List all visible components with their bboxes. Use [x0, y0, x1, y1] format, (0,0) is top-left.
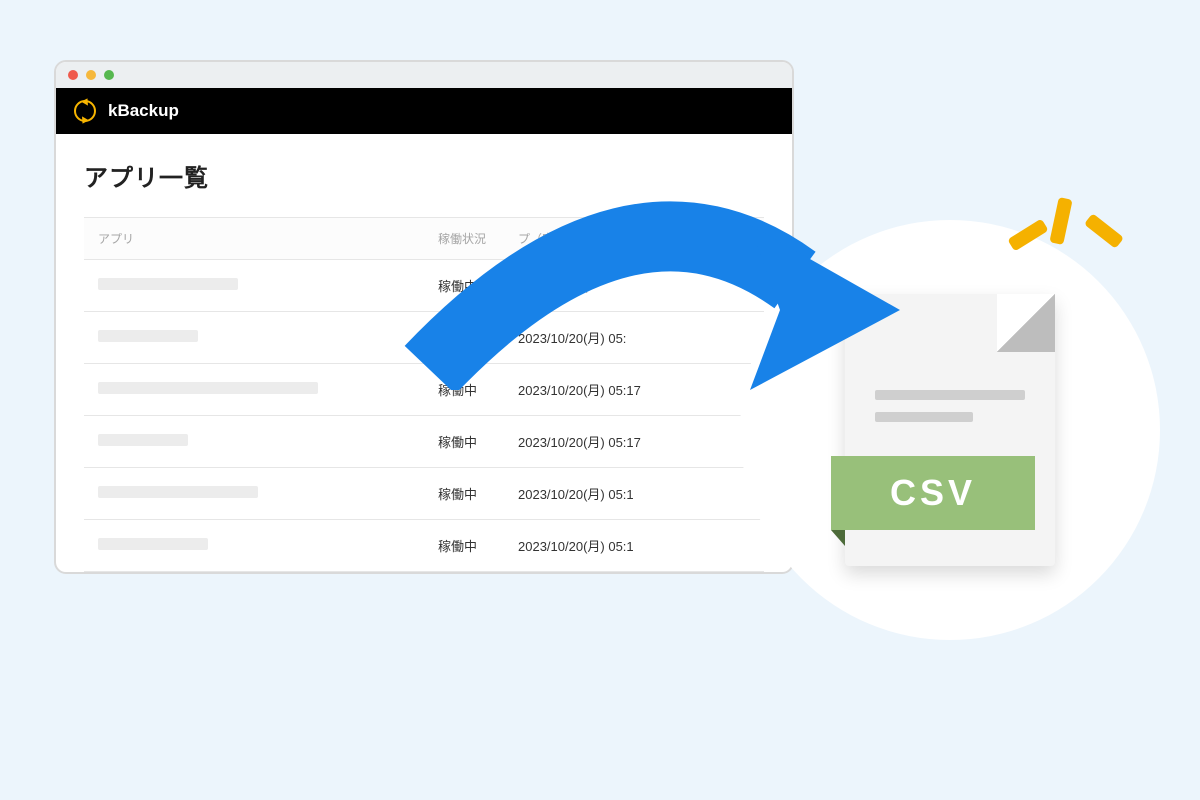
refresh-circle-icon	[74, 100, 96, 122]
minimize-icon[interactable]	[86, 70, 96, 80]
cell-app	[84, 520, 424, 572]
close-icon[interactable]	[68, 70, 78, 80]
cell-backup	[674, 520, 764, 572]
table-row[interactable]: 稼働中2023/10/20(	[84, 260, 764, 312]
placeholder-text	[98, 382, 318, 394]
cell-status: 稼働中	[424, 468, 504, 520]
app-name: kBackup	[108, 101, 179, 121]
cell-backup	[674, 260, 764, 312]
app-window: kBackup アプリ一覧 アプリ 稼働状況 プ（定期） バックア 稼働中202…	[54, 60, 794, 574]
file-format-badge: CSV	[831, 456, 1035, 530]
col-header-scheduled: プ（定期）	[504, 218, 674, 260]
cell-date: 2023/10/20(月) 05:	[504, 312, 674, 364]
page-title: アプリ一覧	[84, 158, 764, 193]
cell-status: 稼働中	[424, 416, 504, 468]
maximize-icon[interactable]	[104, 70, 114, 80]
file-icon: CSV	[845, 294, 1055, 566]
cell-date: 2023/10/20(月) 05:17	[504, 364, 674, 416]
cell-backup	[674, 312, 764, 364]
app-header: kBackup	[56, 88, 792, 134]
cell-status: 稼働中	[424, 312, 504, 364]
table-row[interactable]: 稼働中2023/10/20(月) 05:17	[84, 416, 764, 468]
col-header-backup: バックア	[674, 218, 764, 260]
table-row[interactable]: 稼働中2023/10/20(月) 05:1	[84, 468, 764, 520]
placeholder-text	[98, 486, 258, 498]
cell-app	[84, 260, 424, 312]
table-row[interactable]: 稼働中2023/10/20(月) 05:1	[84, 520, 764, 572]
cell-date: 2023/10/20(月) 05:17	[504, 416, 674, 468]
cell-status: 稼働中	[424, 364, 504, 416]
table-row[interactable]: 稼働中2023/10/20(月) 05:	[84, 312, 764, 364]
table-row[interactable]: 稼働中2023/10/20(月) 05:17	[84, 364, 764, 416]
placeholder-text	[98, 330, 198, 342]
cell-date: 2023/10/20(	[504, 260, 674, 312]
col-header-status: 稼働状況	[424, 218, 504, 260]
cell-status: 稼働中	[424, 260, 504, 312]
window-titlebar	[56, 62, 792, 88]
placeholder-text	[98, 278, 238, 290]
cell-app	[84, 312, 424, 364]
col-header-app: アプリ	[84, 218, 424, 260]
cell-app	[84, 468, 424, 520]
app-list-table: アプリ 稼働状況 プ（定期） バックア 稼働中2023/10/20(稼働中202…	[84, 217, 764, 572]
page-body: アプリ一覧 アプリ 稼働状況 プ（定期） バックア 稼働中2023/10/20(…	[56, 134, 792, 572]
cell-app	[84, 364, 424, 416]
cell-app	[84, 416, 424, 468]
cell-date: 2023/10/20(月) 05:1	[504, 468, 674, 520]
placeholder-text	[98, 538, 208, 550]
cell-date: 2023/10/20(月) 05:1	[504, 520, 674, 572]
placeholder-text	[98, 434, 188, 446]
sparkle-icon	[990, 180, 1130, 290]
cell-status: 稼働中	[424, 520, 504, 572]
